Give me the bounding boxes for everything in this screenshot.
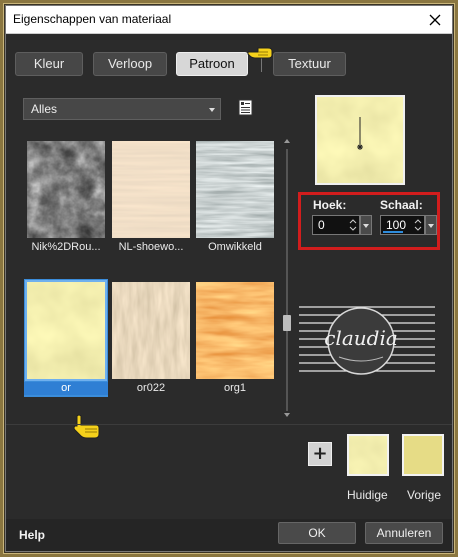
category-value: Alles [31, 102, 58, 116]
pattern-tile[interactable]: Nik%2DRou... [27, 141, 105, 254]
pattern-thumbnail [112, 282, 190, 379]
tab-kleur[interactable]: Kleur [15, 52, 83, 76]
spinner-arrows-icon[interactable] [348, 217, 358, 233]
pattern-tile[interactable]: NL-shoewo... [112, 141, 190, 254]
current-swatch-fill [349, 436, 387, 474]
scroll-thumb[interactable] [283, 315, 291, 331]
section-divider [6, 424, 452, 425]
hand-pointer-icon [73, 414, 100, 439]
current-swatch[interactable] [347, 434, 389, 476]
pattern-thumbnail [196, 282, 274, 379]
scale-value: 100 [386, 218, 407, 232]
previous-swatch[interactable] [402, 434, 444, 476]
spinner-arrows-icon[interactable] [413, 217, 423, 233]
window-title: Eigenschappen van materiaal [13, 12, 172, 26]
pattern-name: NL-shoewo... [118, 241, 184, 253]
pattern-tile[interactable]: or022 [112, 282, 190, 395]
preview-swatch [317, 97, 403, 183]
title-bar: Eigenschappen van materiaal [6, 6, 452, 34]
pattern-scrollbar[interactable] [281, 134, 293, 419]
ok-button[interactable]: OK [278, 522, 356, 544]
pattern-tile[interactable]: Omwikkeld [196, 141, 274, 254]
pattern-name: or022 [136, 382, 166, 394]
hand-pointer-icon [247, 47, 273, 59]
pattern-name: or [24, 382, 108, 395]
chevron-down-icon[interactable] [284, 413, 290, 417]
scroll-track [286, 149, 288, 411]
angle-label: Hoek: [313, 198, 347, 212]
chevron-up-icon[interactable] [284, 139, 290, 143]
tab-patroon[interactable]: Patroon [176, 52, 248, 76]
tab-textuur[interactable]: Textuur [273, 52, 346, 76]
angle-value: 0 [318, 218, 325, 232]
material-properties-dialog: Eigenschappen van materiaal Kleur Verloo… [5, 5, 453, 552]
scale-progress [383, 231, 403, 233]
svg-text:claudia: claudia [324, 326, 398, 350]
scale-dropdown-button[interactable] [425, 215, 437, 235]
claudia-watermark-logo: claudia [299, 306, 435, 375]
previous-swatch-label: Vorige [407, 488, 442, 502]
tab-verloop[interactable]: Verloop [93, 52, 167, 76]
angle-dropdown-button[interactable] [360, 215, 372, 235]
pattern-thumbnail [112, 141, 190, 238]
pattern-tile-selected[interactable]: or [24, 279, 108, 397]
scale-input[interactable]: 100 [380, 215, 437, 235]
close-icon [429, 14, 441, 26]
current-swatch-label: Huidige [347, 488, 388, 502]
scale-label: Schaal: [380, 198, 423, 212]
pattern-name: org1 [223, 382, 247, 394]
category-dropdown[interactable]: Alles [23, 98, 221, 120]
pattern-thumbnail [25, 280, 107, 381]
close-button[interactable] [422, 8, 448, 32]
help-link[interactable]: Help [19, 528, 45, 542]
pattern-thumbnail [27, 141, 105, 238]
pattern-name: Omwikkeld [208, 241, 262, 253]
pattern-name: Nik%2DRou... [31, 241, 101, 253]
pattern-preview[interactable] [315, 95, 405, 185]
pattern-grid: Nik%2DRou... NL-shoewo... Omwikkeld or o… [23, 134, 281, 418]
add-swatch-button[interactable]: + [308, 442, 332, 466]
pattern-thumbnail [196, 141, 274, 238]
list-view-icon[interactable] [238, 99, 253, 116]
pattern-tile[interactable]: org1 [196, 282, 274, 395]
angle-input[interactable]: 0 [312, 215, 372, 235]
cancel-button[interactable]: Annuleren [365, 522, 443, 544]
chevron-down-icon [209, 108, 215, 112]
